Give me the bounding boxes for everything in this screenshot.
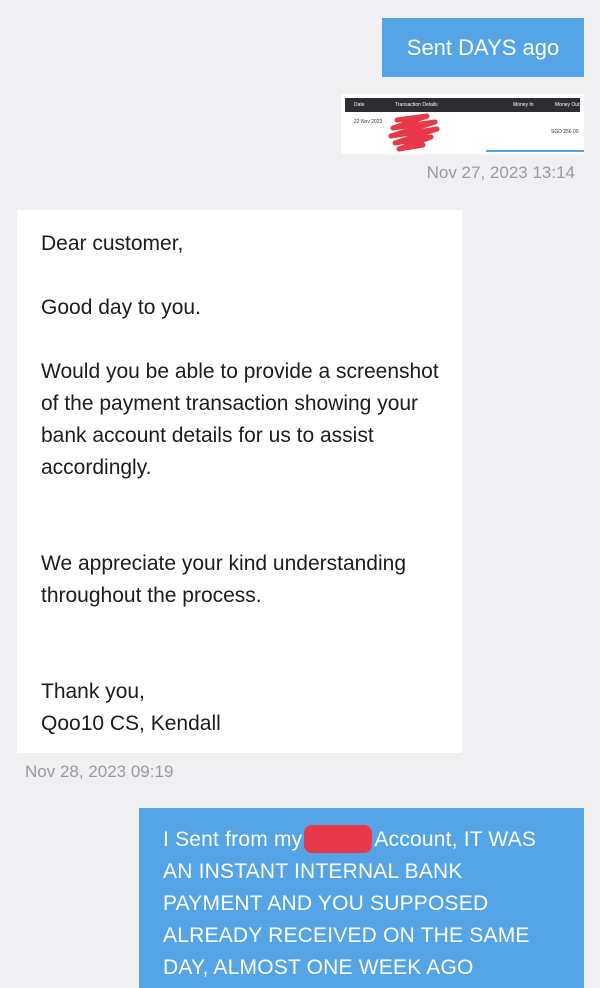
attachment-row-amount: SGD 256.00	[551, 129, 579, 135]
attachment-row-date: 22 Nov 2023	[354, 119, 383, 125]
outgoing-message[interactable]: Sent DAYS ago	[382, 18, 584, 77]
attachment-table-header: Date Transaction Details Money In Money …	[345, 98, 580, 112]
attachment-underline	[486, 150, 584, 152]
message-paragraph: Would you be able to provide a screensho…	[41, 360, 439, 479]
message-text-start: I Sent from my	[163, 828, 303, 851]
outgoing-message[interactable]: I Sent from my Account, IT WAS AN INSTANT…	[139, 808, 584, 988]
image-attachment[interactable]: Date Transaction Details Money In Money …	[341, 94, 584, 154]
redaction-scribble	[388, 113, 440, 152]
header-money-out: Money Out	[555, 102, 580, 108]
message-timestamp: Nov 28, 2023 09:19	[25, 762, 174, 781]
header-date: Date	[354, 102, 365, 108]
message-line: Good day to you.	[41, 296, 201, 319]
chat-thread[interactable]: Sent DAYS ago Date Transaction Details M…	[0, 0, 600, 988]
incoming-message[interactable]: Dear customer, Good day to you. Would yo…	[17, 210, 462, 753]
message-text: I Sent from my Account, IT WAS AN INSTANT…	[163, 824, 563, 984]
header-money-in: Money In	[513, 102, 534, 108]
message-text: Sent DAYS ago	[406, 35, 560, 60]
message-signature: Qoo10 CS, Kendall	[41, 712, 221, 735]
message-paragraph: We appreciate your kind understanding th…	[41, 552, 407, 607]
message-greeting: Dear customer,	[41, 232, 184, 255]
message-signoff: Thank you,	[41, 680, 145, 703]
message-timestamp: Nov 27, 2023 13:14	[426, 163, 575, 182]
header-details: Transaction Details	[395, 102, 438, 108]
redaction-mark	[304, 825, 373, 853]
